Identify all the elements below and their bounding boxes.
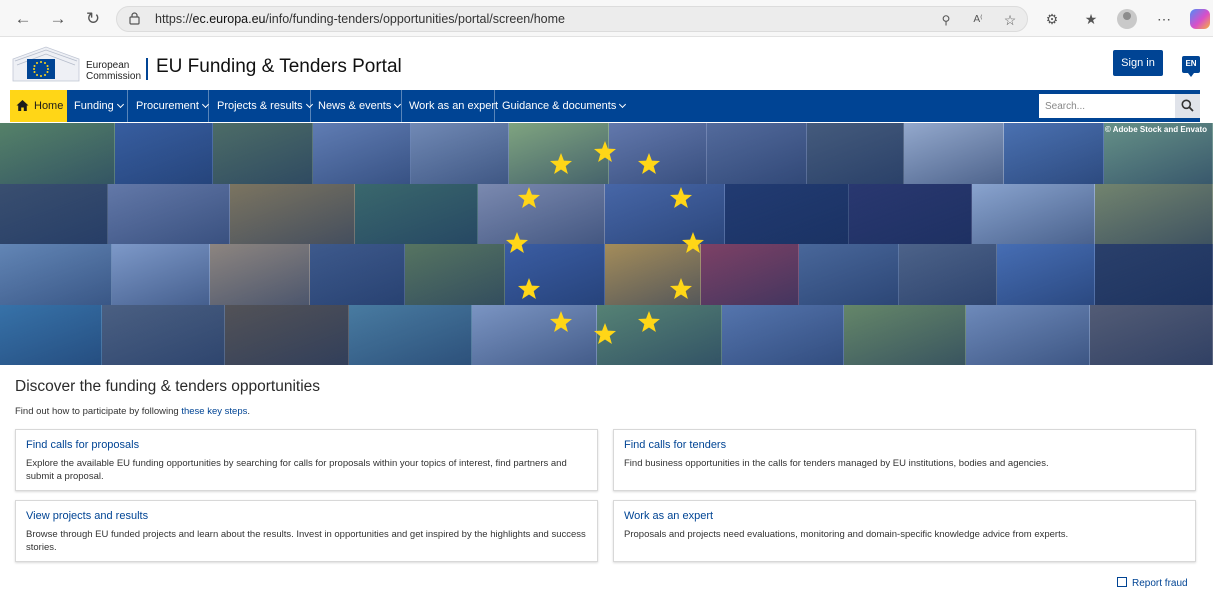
nav-divider bbox=[208, 90, 209, 122]
home-icon bbox=[16, 100, 29, 111]
card-title[interactable]: Find calls for tenders bbox=[624, 439, 726, 451]
eu-star-icon bbox=[682, 232, 704, 253]
nav-guidance-label: Guidance & documents bbox=[502, 100, 617, 112]
more-menu-icon[interactable]: ⋯ bbox=[1154, 9, 1174, 29]
nav-expert-label: Work as an expert bbox=[409, 100, 499, 112]
card-description: Proposals and projects need evaluations,… bbox=[624, 529, 1069, 540]
url-text: https://ec.europa.eu/info/funding-tender… bbox=[155, 12, 566, 26]
nav-divider bbox=[401, 90, 402, 122]
back-arrow-icon[interactable]: ← bbox=[12, 8, 34, 30]
card-description: Find business opportunities in the calls… bbox=[624, 458, 1049, 469]
eu-star-icon bbox=[506, 232, 528, 253]
eu-star-icon bbox=[550, 310, 572, 332]
browser-toolbar: ← → ↻ https://ec.europa.eu/info/funding-… bbox=[0, 0, 1213, 37]
search-input[interactable] bbox=[1039, 94, 1175, 118]
favorites-icon[interactable]: ★ bbox=[1081, 9, 1101, 29]
card-description: Explore the available EU funding opportu… bbox=[26, 458, 567, 482]
nav-divider bbox=[127, 90, 128, 122]
nav-projects-label: Projects & results bbox=[217, 100, 303, 112]
nav-news-events[interactable]: News & events bbox=[318, 90, 402, 122]
copilot-icon[interactable] bbox=[1190, 9, 1210, 29]
card-calls-for-tenders[interactable]: Find calls for tenders Find business opp… bbox=[613, 429, 1196, 491]
sign-in-button[interactable]: Sign in bbox=[1113, 50, 1163, 76]
nav-work-as-expert[interactable]: Work as an expert bbox=[409, 90, 498, 122]
nav-projects-results[interactable]: Projects & results bbox=[217, 90, 313, 122]
language-selector[interactable]: EN bbox=[1182, 56, 1200, 77]
eu-star-icon bbox=[670, 277, 693, 299]
nav-news-label: News & events bbox=[318, 100, 392, 112]
profile-avatar[interactable] bbox=[1117, 9, 1137, 29]
nav-procurement-label: Procurement bbox=[136, 100, 199, 112]
card-title[interactable]: Work as an expert bbox=[624, 510, 713, 522]
card-work-as-expert[interactable]: Work as an expert Proposals and projects… bbox=[613, 500, 1196, 562]
card-description: Browse through EU funded projects and le… bbox=[26, 529, 586, 553]
card-calls-for-proposals[interactable]: Find calls for proposals Explore the ava… bbox=[15, 429, 598, 491]
portal-title[interactable]: EU Funding & Tenders Portal bbox=[156, 56, 402, 78]
report-fraud-link[interactable]: Report fraud bbox=[1117, 576, 1188, 589]
card-title[interactable]: Find calls for proposals bbox=[26, 439, 139, 451]
eu-star-icon bbox=[594, 323, 616, 344]
nav-funding-label: Funding bbox=[74, 100, 114, 112]
eu-star-icon bbox=[638, 310, 660, 332]
card-title[interactable]: View projects and results bbox=[26, 510, 148, 522]
address-bar[interactable]: https://ec.europa.eu/info/funding-tender… bbox=[116, 6, 1028, 32]
eu-star-icon bbox=[517, 186, 540, 208]
lock-icon bbox=[129, 12, 140, 25]
nav-home[interactable]: Home bbox=[10, 90, 67, 122]
forward-arrow-icon[interactable]: → bbox=[47, 8, 69, 30]
reload-icon[interactable]: ↻ bbox=[82, 8, 104, 30]
favorite-star-icon[interactable]: ☆ bbox=[1001, 11, 1019, 29]
chevron-down-icon bbox=[619, 100, 627, 109]
image-credit: © Adobe Stock and Envato bbox=[1104, 125, 1207, 134]
european-commission-logo[interactable] bbox=[11, 45, 81, 83]
page-title: Discover the funding & tenders opportuni… bbox=[15, 378, 321, 395]
search-button[interactable] bbox=[1175, 94, 1200, 118]
read-aloud-icon[interactable]: A⁽ bbox=[969, 11, 987, 29]
eu-star-icon bbox=[550, 153, 572, 175]
site-header: European Commission EU Funding & Tenders… bbox=[0, 38, 1213, 90]
nav-divider bbox=[494, 90, 495, 122]
chevron-down-icon bbox=[116, 100, 124, 109]
title-separator bbox=[146, 58, 148, 80]
intro-text: Find out how to participate by following… bbox=[15, 406, 250, 417]
eu-star-icon bbox=[517, 277, 540, 299]
zoom-icon[interactable]: ⚲ bbox=[937, 11, 955, 29]
hero-collage: © Adobe Stock and Envato bbox=[0, 123, 1213, 365]
nav-home-label: Home bbox=[34, 100, 64, 112]
eu-star-icon bbox=[638, 153, 660, 175]
card-projects-and-results[interactable]: View projects and results Browse through… bbox=[15, 500, 598, 562]
eu-star-icon bbox=[670, 186, 693, 208]
extensions-icon[interactable]: ⚙ bbox=[1042, 9, 1062, 29]
main-navigation: Home Funding Procurement Projects & resu… bbox=[10, 90, 1200, 122]
european-commission-text: European Commission bbox=[86, 60, 142, 82]
nav-procurement[interactable]: Procurement bbox=[136, 90, 210, 122]
nav-funding[interactable]: Funding bbox=[74, 90, 124, 122]
search-icon bbox=[1181, 99, 1194, 112]
eu-star-icon bbox=[594, 141, 616, 162]
key-steps-link[interactable]: these key steps bbox=[181, 406, 247, 417]
nav-guidance-documents[interactable]: Guidance & documents bbox=[502, 90, 627, 122]
nav-divider bbox=[310, 90, 311, 122]
external-edit-icon bbox=[1117, 577, 1127, 587]
